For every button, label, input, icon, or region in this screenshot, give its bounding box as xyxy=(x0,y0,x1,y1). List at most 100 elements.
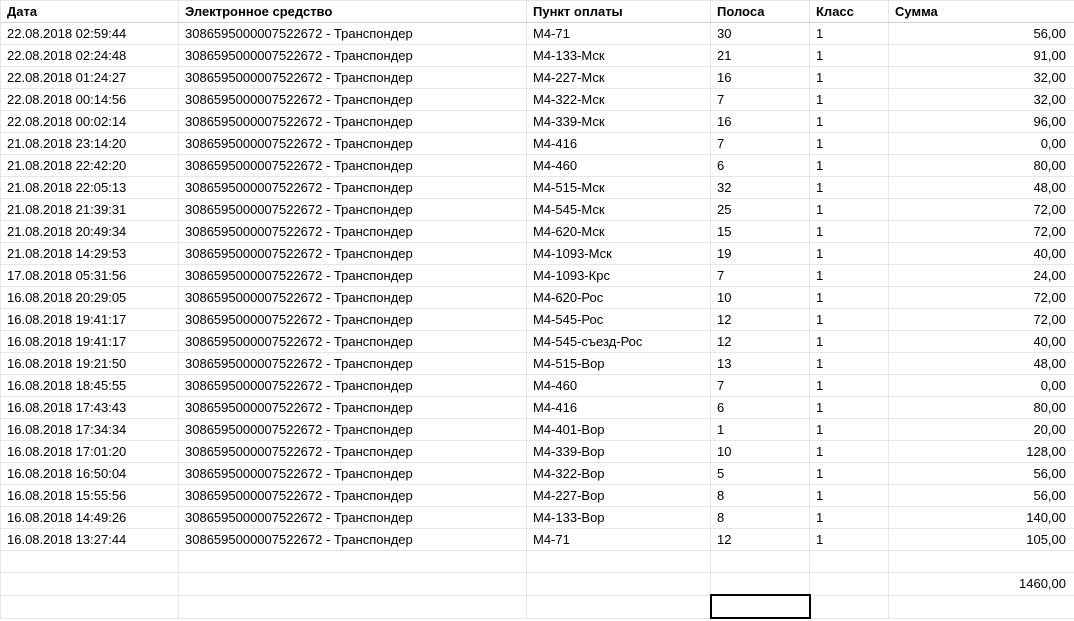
cell-date[interactable]: 16.08.2018 17:01:20 xyxy=(1,441,179,463)
cell-sum[interactable]: 72,00 xyxy=(889,221,1074,243)
cell-date[interactable]: 22.08.2018 01:24:27 xyxy=(1,67,179,89)
cell-sum[interactable]: 48,00 xyxy=(889,353,1074,375)
cell-lane[interactable]: 12 xyxy=(711,529,810,551)
cell-date[interactable]: 17.08.2018 05:31:56 xyxy=(1,265,179,287)
cell-sum[interactable]: 56,00 xyxy=(889,23,1074,45)
cell-device[interactable]: 3086595000007522672 - Транспондер xyxy=(179,353,527,375)
table-row[interactable]: 16.08.2018 17:43:433086595000007522672 -… xyxy=(1,397,1074,419)
cell-point[interactable]: M4-1093-Крс xyxy=(527,265,711,287)
table-row[interactable]: 16.08.2018 19:21:503086595000007522672 -… xyxy=(1,353,1074,375)
cell-class[interactable]: 1 xyxy=(810,331,889,353)
cell-lane[interactable]: 7 xyxy=(711,133,810,155)
cell-date[interactable]: 22.08.2018 00:02:14 xyxy=(1,111,179,133)
cell-lane[interactable]: 5 xyxy=(711,463,810,485)
cell-date[interactable]: 21.08.2018 23:14:20 xyxy=(1,133,179,155)
cell-device[interactable]: 3086595000007522672 - Транспондер xyxy=(179,309,527,331)
cell-class[interactable]: 1 xyxy=(810,265,889,287)
cell-device[interactable]: 3086595000007522672 - Транспондер xyxy=(179,287,527,309)
cell-sum[interactable]: 140,00 xyxy=(889,507,1074,529)
cell-lane[interactable]: 15 xyxy=(711,221,810,243)
cell-class[interactable]: 1 xyxy=(810,397,889,419)
cell-point[interactable]: M4-322-Мск xyxy=(527,89,711,111)
cell-class[interactable]: 1 xyxy=(810,111,889,133)
cell-point[interactable]: M4-460 xyxy=(527,375,711,397)
cell-lane[interactable]: 7 xyxy=(711,375,810,397)
cell-sum[interactable]: 56,00 xyxy=(889,463,1074,485)
table-row[interactable]: 16.08.2018 19:41:173086595000007522672 -… xyxy=(1,331,1074,353)
table-row[interactable]: 16.08.2018 19:41:173086595000007522672 -… xyxy=(1,309,1074,331)
cell-class[interactable]: 1 xyxy=(810,463,889,485)
cell-device[interactable]: 3086595000007522672 - Транспондер xyxy=(179,67,527,89)
cell-lane[interactable]: 16 xyxy=(711,67,810,89)
cell-class[interactable]: 1 xyxy=(810,485,889,507)
cell-date[interactable]: 16.08.2018 13:27:44 xyxy=(1,529,179,551)
cell-class[interactable]: 1 xyxy=(810,133,889,155)
cell-date[interactable]: 16.08.2018 19:21:50 xyxy=(1,353,179,375)
cell-class[interactable]: 1 xyxy=(810,507,889,529)
cell-date[interactable]: 22.08.2018 02:24:48 xyxy=(1,45,179,67)
empty-cell[interactable] xyxy=(179,595,527,618)
cell-point[interactable]: M4-545-Мск xyxy=(527,199,711,221)
table-row[interactable]: 21.08.2018 20:49:343086595000007522672 -… xyxy=(1,221,1074,243)
cell-sum[interactable]: 40,00 xyxy=(889,331,1074,353)
cell-device[interactable]: 3086595000007522672 - Транспондер xyxy=(179,441,527,463)
empty-cell[interactable] xyxy=(1,595,179,618)
cell-lane[interactable]: 6 xyxy=(711,155,810,177)
cell-class[interactable]: 1 xyxy=(810,243,889,265)
table-row[interactable]: 16.08.2018 17:01:203086595000007522672 -… xyxy=(1,441,1074,463)
table-row[interactable]: 16.08.2018 13:27:443086595000007522672 -… xyxy=(1,529,1074,551)
cell-lane[interactable]: 7 xyxy=(711,89,810,111)
cell-device[interactable]: 3086595000007522672 - Транспондер xyxy=(179,463,527,485)
cell-sum[interactable]: 0,00 xyxy=(889,133,1074,155)
table-row[interactable]: 17.08.2018 05:31:563086595000007522672 -… xyxy=(1,265,1074,287)
cell-device[interactable]: 3086595000007522672 - Транспондер xyxy=(179,23,527,45)
cell-lane[interactable]: 25 xyxy=(711,199,810,221)
cell-lane[interactable]: 7 xyxy=(711,265,810,287)
cell-lane[interactable]: 12 xyxy=(711,331,810,353)
cell-lane[interactable]: 30 xyxy=(711,23,810,45)
cell-device[interactable]: 3086595000007522672 - Транспондер xyxy=(179,89,527,111)
cell-sum[interactable]: 40,00 xyxy=(889,243,1074,265)
cell-lane[interactable]: 12 xyxy=(711,309,810,331)
cell-class[interactable]: 1 xyxy=(810,199,889,221)
cell-device[interactable]: 3086595000007522672 - Транспондер xyxy=(179,111,527,133)
cell-point[interactable]: M4-515-Мск xyxy=(527,177,711,199)
cell-sum[interactable]: 48,00 xyxy=(889,177,1074,199)
cell-point[interactable]: M4-227-Вор xyxy=(527,485,711,507)
cell-point[interactable]: M4-620-Рос xyxy=(527,287,711,309)
cell-class[interactable]: 1 xyxy=(810,45,889,67)
cell-sum[interactable]: 32,00 xyxy=(889,89,1074,111)
cell-point[interactable]: M4-416 xyxy=(527,397,711,419)
cell-point[interactable]: M4-545-Рос xyxy=(527,309,711,331)
table-row[interactable]: 21.08.2018 22:42:203086595000007522672 -… xyxy=(1,155,1074,177)
cell-class[interactable]: 1 xyxy=(810,375,889,397)
table-row[interactable]: 21.08.2018 22:05:133086595000007522672 -… xyxy=(1,177,1074,199)
cell-sum[interactable]: 105,00 xyxy=(889,529,1074,551)
table-row[interactable]: 21.08.2018 14:29:533086595000007522672 -… xyxy=(1,243,1074,265)
cell-date[interactable]: 16.08.2018 15:55:56 xyxy=(1,485,179,507)
cell-sum[interactable]: 80,00 xyxy=(889,397,1074,419)
cell-date[interactable]: 21.08.2018 20:49:34 xyxy=(1,221,179,243)
cell-lane[interactable]: 8 xyxy=(711,485,810,507)
cell-class[interactable]: 1 xyxy=(810,353,889,375)
cell-point[interactable]: M4-322-Вор xyxy=(527,463,711,485)
table-row[interactable]: 22.08.2018 02:59:443086595000007522672 -… xyxy=(1,23,1074,45)
cell-point[interactable]: M4-515-Вор xyxy=(527,353,711,375)
table-row[interactable]: 22.08.2018 00:14:563086595000007522672 -… xyxy=(1,89,1074,111)
cell-device[interactable]: 3086595000007522672 - Транспондер xyxy=(179,243,527,265)
cell-point[interactable]: M4-71 xyxy=(527,529,711,551)
cell-class[interactable]: 1 xyxy=(810,441,889,463)
cell-sum[interactable]: 20,00 xyxy=(889,419,1074,441)
cell-class[interactable]: 1 xyxy=(810,89,889,111)
table-row[interactable]: 16.08.2018 16:50:043086595000007522672 -… xyxy=(1,463,1074,485)
table-row[interactable]: 16.08.2018 20:29:053086595000007522672 -… xyxy=(1,287,1074,309)
cell-device[interactable]: 3086595000007522672 - Транспондер xyxy=(179,397,527,419)
cell-point[interactable]: M4-133-Мск xyxy=(527,45,711,67)
cell-device[interactable]: 3086595000007522672 - Транспондер xyxy=(179,375,527,397)
table-row[interactable]: 22.08.2018 01:24:273086595000007522672 -… xyxy=(1,67,1074,89)
cell-lane[interactable]: 13 xyxy=(711,353,810,375)
cell-class[interactable]: 1 xyxy=(810,67,889,89)
table-row[interactable]: 16.08.2018 14:49:263086595000007522672 -… xyxy=(1,507,1074,529)
cell-device[interactable]: 3086595000007522672 - Транспондер xyxy=(179,155,527,177)
cell-device[interactable]: 3086595000007522672 - Транспондер xyxy=(179,199,527,221)
